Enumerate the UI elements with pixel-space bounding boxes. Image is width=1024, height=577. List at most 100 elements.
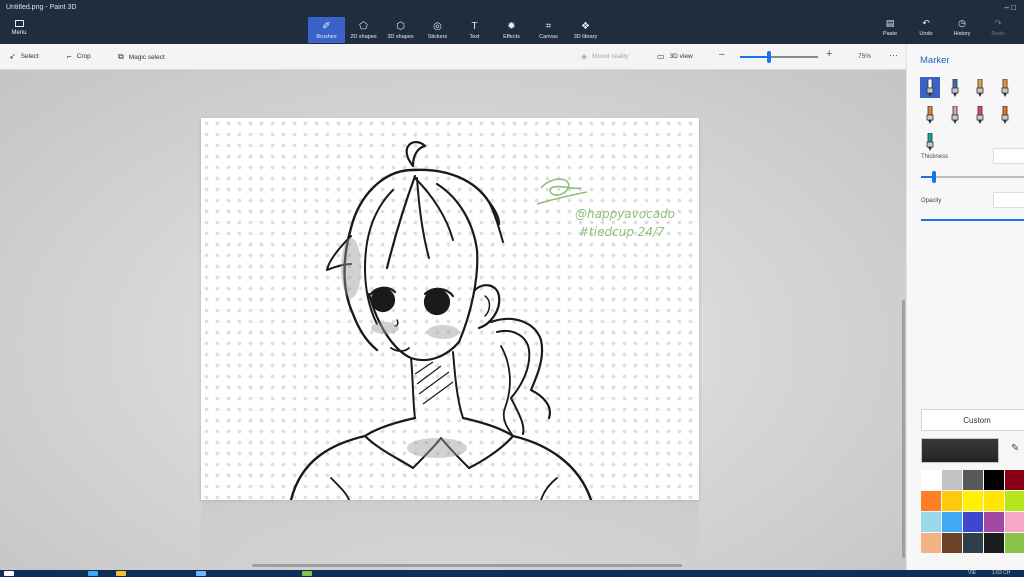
eyedropper-icon[interactable]: ✎ — [1011, 443, 1019, 454]
tab-3d-shapes[interactable]: ⬡ 3D shapes — [382, 17, 419, 43]
custom-color-button[interactable]: Custom — [921, 409, 1024, 431]
horizontal-scrollbar[interactable] — [252, 564, 682, 567]
color-swatch[interactable] — [942, 533, 962, 553]
tab-3d-library[interactable]: ❖ 3D library — [567, 17, 604, 43]
eraser-brush-icon — [976, 105, 984, 124]
signature-handle: @happyavocado — [575, 207, 675, 221]
opacity-input[interactable]: 10 — [993, 192, 1024, 208]
app-taskbar-icon[interactable] — [302, 571, 312, 576]
crop-button[interactable]: ⌐ Crop — [67, 52, 91, 61]
ribbon: Untitled.png - Paint 3D – □ Menu ✐ Brushe… — [0, 0, 1024, 44]
pixel-pen-brush[interactable] — [920, 104, 940, 125]
panel-title: Marker — [920, 55, 950, 66]
color-palette — [921, 470, 1024, 553]
magic-select-label: Magic select — [128, 53, 165, 61]
paste-button[interactable]: ▤ Paste — [872, 18, 908, 37]
undo-button[interactable]: ↶ Undo — [908, 18, 944, 37]
marker-brush[interactable] — [920, 77, 940, 98]
zoom-value[interactable]: 75% — [858, 53, 871, 60]
color-swatch[interactable] — [963, 470, 983, 490]
watercolor-brush[interactable] — [995, 77, 1015, 98]
color-swatch[interactable] — [942, 512, 962, 532]
tab-text[interactable]: T Text — [456, 17, 493, 43]
drawing-canvas[interactable]: @happyavocado #tiedcup 24/7 — [201, 118, 699, 500]
tab-effects[interactable]: ✹ Effects — [493, 17, 530, 43]
color-swatch[interactable] — [984, 491, 1004, 511]
tab-2d-shapes[interactable]: ⬠ 2D shapes — [345, 17, 382, 43]
tab-stickers[interactable]: ◎ Stickers — [419, 17, 456, 43]
color-swatch[interactable] — [1005, 470, 1024, 490]
pencil-brush-icon — [951, 105, 959, 124]
3d-view-icon: ▭ — [657, 52, 665, 61]
history-button[interactable]: ◷ History — [944, 18, 980, 37]
color-swatch[interactable] — [921, 533, 941, 553]
pencil-brush[interactable] — [945, 104, 965, 125]
color-swatch[interactable] — [963, 533, 983, 553]
button-label: Paste — [882, 31, 898, 37]
color-swatch[interactable] — [1005, 491, 1024, 511]
menu-button[interactable]: Menu — [8, 20, 30, 36]
menu-label: Menu — [11, 30, 27, 36]
text-icon: T — [471, 20, 478, 32]
calligraphy-pen-brush[interactable] — [945, 77, 965, 98]
zoom-out-button[interactable]: – — [719, 49, 725, 60]
taskbar: VIE 1:03 CH — [0, 570, 1024, 577]
start-icon[interactable] — [4, 571, 14, 576]
tool-tabs: ✐ Brushes ⬠ 2D shapes ⬡ 3D shapes ◎ Stickers T Te… — [308, 17, 604, 43]
paint3d-taskbar-icon[interactable] — [196, 571, 206, 576]
tab-brushes[interactable]: ✐ Brushes — [308, 17, 345, 43]
select-button[interactable]: ➶ Select — [9, 52, 39, 61]
clock[interactable]: 1:03 CH — [992, 570, 1010, 577]
color-swatch[interactable] — [921, 491, 941, 511]
thickness-label: Thickness — [921, 154, 949, 160]
tab-canvas[interactable]: ⌗ Canvas — [530, 17, 567, 43]
color-swatch[interactable] — [942, 470, 962, 490]
color-swatch[interactable] — [963, 512, 983, 532]
color-swatch[interactable] — [921, 470, 941, 490]
spray-can-brush[interactable] — [920, 131, 940, 152]
watercolor-brush-icon — [1001, 78, 1009, 97]
color-swatch[interactable] — [963, 491, 983, 511]
mixed-reality-button[interactable]: ◈ Mixed reality — [581, 52, 629, 61]
cursor-icon: ➶ — [9, 52, 16, 61]
vertical-scrollbar[interactable] — [902, 300, 905, 558]
crop-label: Crop — [76, 53, 91, 60]
color-swatch[interactable] — [942, 491, 962, 511]
tab-label: Canvas — [539, 33, 558, 40]
zoom-slider-fill — [740, 56, 769, 58]
edge-icon[interactable] — [88, 571, 98, 576]
color-swatch[interactable] — [1005, 512, 1024, 532]
folder-icon[interactable] — [116, 571, 126, 576]
3d-view-button[interactable]: ▭ 3D view — [657, 52, 693, 61]
language-indicator[interactable]: VIE — [968, 570, 976, 577]
crayon-brush-icon — [1001, 105, 1009, 124]
zoom-in-button[interactable]: + — [826, 48, 832, 60]
oil-brush-icon — [976, 78, 984, 97]
tab-label: Effects — [503, 33, 520, 40]
oil-brush[interactable] — [970, 77, 990, 98]
current-color-swatch[interactable] — [921, 438, 999, 463]
window-controls[interactable]: – □ — [1004, 3, 1016, 12]
magic-select-button[interactable]: ⧉ Magic select — [118, 52, 165, 62]
redo-button[interactable]: ↷ Redo — [980, 18, 1016, 37]
signature-hashtag: #tiedcup 24/7 — [579, 225, 665, 239]
crayon-brush[interactable] — [995, 104, 1015, 125]
color-swatch[interactable] — [984, 470, 1004, 490]
brush-panel: Marker Thickness 11 Opacity 10 Custom ✎ — [906, 44, 1024, 570]
color-swatch[interactable] — [921, 512, 941, 532]
zoom-slider[interactable] — [740, 51, 818, 63]
history-icon: ◷ — [958, 18, 966, 28]
zoom-slider-thumb[interactable] — [766, 51, 771, 63]
button-label: Undo — [919, 31, 933, 37]
more-options-button[interactable]: ··· — [889, 50, 898, 60]
thickness-slider-thumb[interactable] — [932, 171, 937, 183]
tab-label: Text — [469, 33, 480, 40]
color-swatch[interactable] — [984, 512, 1004, 532]
opacity-slider[interactable] — [921, 219, 1024, 221]
paste-icon: ▤ — [885, 18, 895, 28]
color-swatch[interactable] — [984, 533, 1004, 553]
thickness-input[interactable]: 11 — [993, 148, 1024, 164]
color-swatch[interactable] — [1005, 533, 1024, 553]
thickness-slider[interactable] — [921, 171, 1024, 183]
eraser-brush[interactable] — [970, 104, 990, 125]
